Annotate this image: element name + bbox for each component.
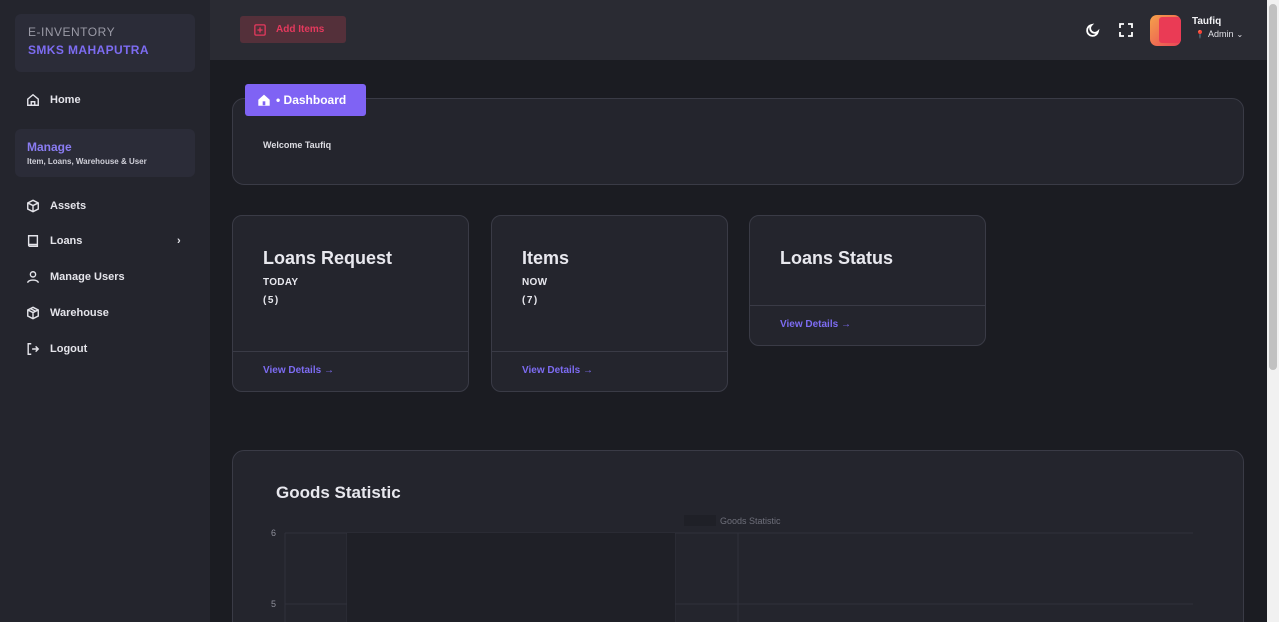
page-scrollbar[interactable] xyxy=(1267,0,1279,622)
goods-statistic-card: Goods Statistic Goods Statistic 6 5 xyxy=(232,450,1244,622)
card-divider xyxy=(492,351,727,352)
sidebar: E-INVENTORY SMKS MAHAPUTRA Home Manage I… xyxy=(0,0,210,622)
welcome-message: Welcome Taufiq xyxy=(263,140,332,150)
chevron-right-icon[interactable]: › xyxy=(177,235,181,247)
cube-icon xyxy=(27,199,39,213)
card-title: Loans Request xyxy=(263,248,393,268)
add-items-label: Add Items xyxy=(276,24,325,35)
view-details-link[interactable]: View Details → xyxy=(522,365,593,376)
card-divider xyxy=(750,305,985,306)
avatar[interactable] xyxy=(1150,15,1181,46)
sidebar-item-warehouse[interactable]: Warehouse xyxy=(26,305,109,321)
card-count: (5) xyxy=(263,295,280,306)
card-title: Items xyxy=(522,248,570,268)
breadcrumb[interactable]: • Dashboard xyxy=(245,84,366,116)
loans-status-card: Loans Status View Details → xyxy=(749,215,986,346)
card-count: (7) xyxy=(522,295,539,306)
sidebar-item-logout[interactable]: Logout xyxy=(26,341,87,357)
card-subtitle: NOW xyxy=(522,277,548,288)
card-subtitle: TODAY xyxy=(263,277,299,288)
items-card: Items NOW (7) View Details → xyxy=(491,215,728,392)
goods-statistic-chart: Goods Statistic 6 5 xyxy=(271,515,1193,622)
sidebar-item-loans[interactable]: Loans xyxy=(26,233,82,249)
brand-school: SMKS MAHAPUTRA xyxy=(28,43,149,57)
welcome-card xyxy=(232,98,1244,185)
home-icon xyxy=(258,94,270,106)
legend-label: Goods Statistic xyxy=(720,516,781,526)
y-tick-label: 5 xyxy=(271,599,276,609)
topbar: Add Items Taufiq 📍 Admin ⌄ xyxy=(210,0,1267,60)
sidebar-item-label: Loans xyxy=(50,235,83,247)
manage-section-header: Manage Item, Loans, Warehouse & User xyxy=(15,129,195,177)
view-details-link[interactable]: View Details → xyxy=(780,319,851,330)
home-icon xyxy=(27,93,39,106)
warehouse-icon xyxy=(27,306,39,320)
chevron-down-icon: ⌄ xyxy=(1236,29,1244,39)
plus-square-icon xyxy=(254,23,266,36)
avatar-figure xyxy=(1159,17,1181,43)
sidebar-item-label: Warehouse xyxy=(50,307,109,319)
user-role-label: Admin xyxy=(1207,29,1234,39)
sidebar-item-manage-users[interactable]: Manage Users xyxy=(26,269,125,285)
user-name[interactable]: Taufiq xyxy=(1192,16,1221,27)
fullscreen-icon xyxy=(1119,23,1133,37)
breadcrumb-label: • Dashboard xyxy=(276,93,347,107)
card-title: Loans Status xyxy=(780,248,894,268)
brand-title: E-INVENTORY xyxy=(28,25,116,39)
sidebar-item-home[interactable]: Home xyxy=(26,92,81,108)
logout-icon xyxy=(27,343,40,355)
scrollbar-thumb[interactable] xyxy=(1269,4,1277,370)
pin-icon: 📍 xyxy=(1195,29,1205,39)
dark-mode-toggle[interactable] xyxy=(1085,22,1101,38)
book-icon xyxy=(27,235,39,247)
user-role-dropdown[interactable]: 📍 Admin ⌄ xyxy=(1195,29,1243,39)
sidebar-item-label: Home xyxy=(50,94,81,106)
loans-request-card: Loans Request TODAY (5) View Details → xyxy=(232,215,469,392)
add-items-button[interactable]: Add Items xyxy=(240,16,346,43)
brand-logo[interactable]: E-INVENTORY SMKS MAHAPUTRA xyxy=(15,14,195,72)
legend-swatch xyxy=(684,515,716,526)
sidebar-item-label: Manage Users xyxy=(50,271,125,283)
fullscreen-button[interactable] xyxy=(1118,22,1134,38)
manage-subtitle: Item, Loans, Warehouse & User xyxy=(27,157,147,166)
view-details-link[interactable]: View Details → xyxy=(263,365,334,376)
moon-icon xyxy=(1086,23,1100,37)
user-icon xyxy=(27,271,39,283)
card-divider xyxy=(233,351,468,352)
manage-title: Manage xyxy=(27,140,72,154)
app-root: E-INVENTORY SMKS MAHAPUTRA Home Manage I… xyxy=(0,0,1279,622)
sidebar-item-assets[interactable]: Assets xyxy=(26,198,86,214)
chart-bar[interactable] xyxy=(347,533,675,622)
sidebar-item-label: Assets xyxy=(50,200,87,212)
y-tick-label: 6 xyxy=(271,528,276,538)
sidebar-item-label: Logout xyxy=(50,343,88,355)
